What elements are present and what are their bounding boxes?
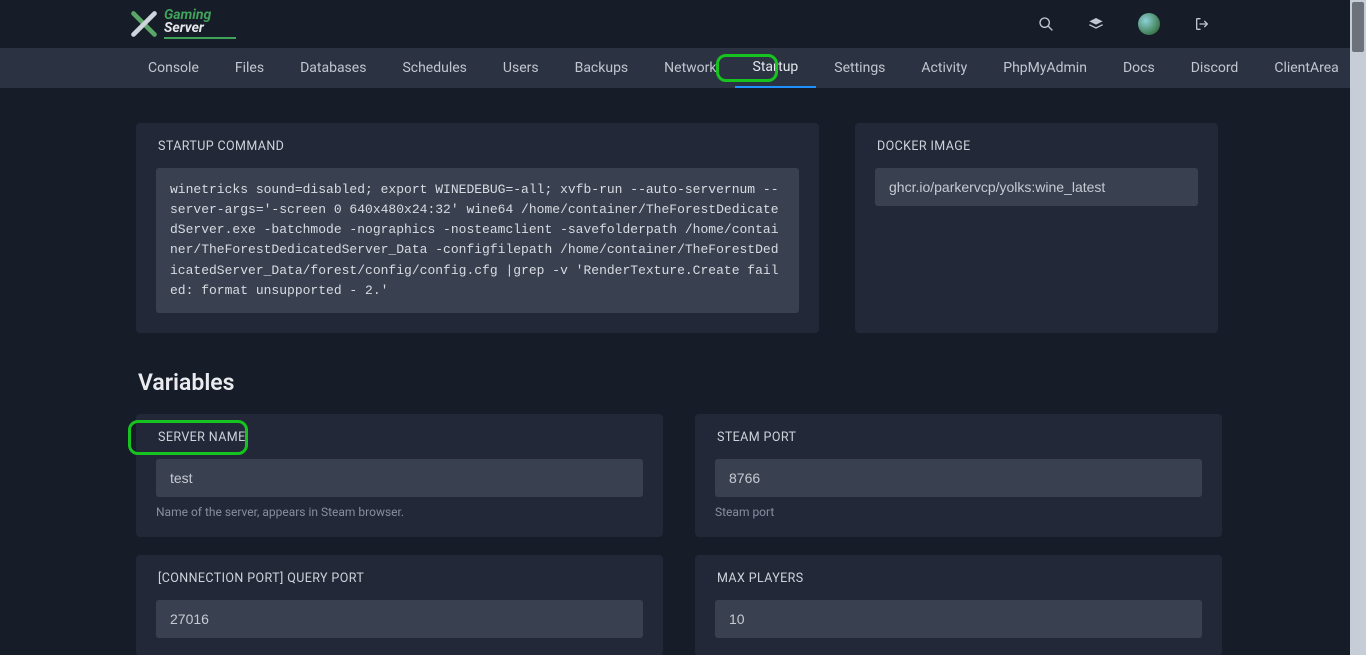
- nav-users[interactable]: Users: [485, 48, 557, 88]
- startup-command-title: STARTUP COMMAND: [156, 139, 799, 154]
- variable-card-2: [CONNECTION PORT] QUERY PORT: [136, 555, 663, 655]
- search-icon[interactable]: [1038, 16, 1054, 32]
- variable-input[interactable]: [715, 600, 1202, 638]
- variable-title: MAX PLAYERS: [715, 571, 1202, 586]
- docker-image-input[interactable]: [875, 168, 1198, 206]
- scrollbar[interactable]: [1350, 0, 1366, 655]
- variable-input[interactable]: [156, 459, 643, 497]
- nav-startup[interactable]: Startup: [735, 48, 817, 88]
- nav-network[interactable]: Network: [646, 48, 734, 88]
- brand-bot: Server: [164, 22, 236, 35]
- variable-title: STEAM PORT: [715, 430, 1202, 445]
- docker-image-title: DOCKER IMAGE: [875, 139, 1198, 154]
- nav-activity[interactable]: Activity: [903, 48, 985, 88]
- avatar[interactable]: [1138, 13, 1160, 35]
- startup-command-card: STARTUP COMMAND winetricks sound=disable…: [136, 123, 819, 333]
- variable-title: [CONNECTION PORT] QUERY PORT: [156, 571, 643, 586]
- nav-databases[interactable]: Databases: [282, 48, 384, 88]
- variable-card-3: MAX PLAYERS: [695, 555, 1222, 655]
- layers-icon[interactable]: [1088, 16, 1104, 32]
- nav-clientarea[interactable]: ClientArea: [1256, 48, 1350, 88]
- variable-card-0: SERVER NAME Name of the server, appears i…: [136, 414, 663, 537]
- nav-schedules[interactable]: Schedules: [384, 48, 484, 88]
- nav-files[interactable]: Files: [217, 48, 282, 88]
- variable-input[interactable]: [156, 600, 643, 638]
- logo-x-icon: [130, 10, 158, 38]
- variable-card-1: STEAM PORT Steam port: [695, 414, 1222, 537]
- variable-help: Name of the server, appears in Steam bro…: [156, 505, 643, 519]
- scrollbar-thumb[interactable]: [1352, 2, 1364, 52]
- brand-logo[interactable]: Gaming Server: [130, 9, 236, 40]
- navbar: ConsoleFilesDatabasesSchedulesUsersBacku…: [0, 48, 1350, 88]
- logout-icon[interactable]: [1194, 16, 1210, 32]
- variable-title: SERVER NAME: [156, 430, 643, 445]
- nav-settings[interactable]: Settings: [816, 48, 903, 88]
- nav-console[interactable]: Console: [130, 48, 217, 88]
- variable-input[interactable]: [715, 459, 1202, 497]
- variable-help: Steam port: [715, 505, 1202, 519]
- startup-command-code: winetricks sound=disabled; export WINEDE…: [156, 168, 799, 313]
- nav-discord[interactable]: Discord: [1173, 48, 1257, 88]
- variables-heading: Variables: [138, 369, 1222, 396]
- nav-docs[interactable]: Docs: [1105, 48, 1173, 88]
- nav-phpmyadmin[interactable]: PhpMyAdmin: [985, 48, 1105, 88]
- docker-image-card: DOCKER IMAGE: [855, 123, 1218, 333]
- nav-backups[interactable]: Backups: [557, 48, 647, 88]
